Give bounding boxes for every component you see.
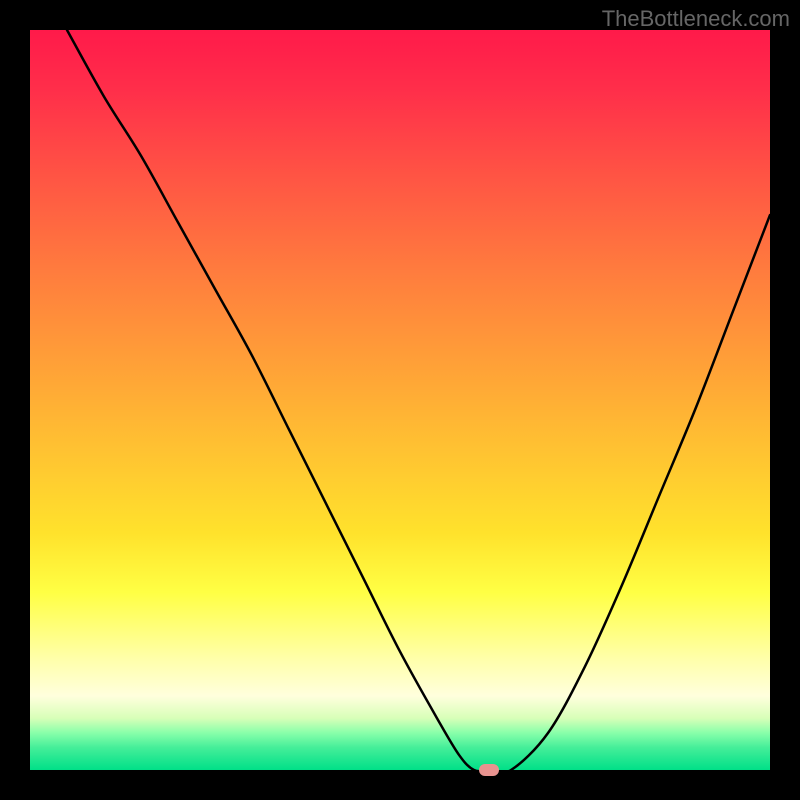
optimal-point-marker	[479, 764, 499, 776]
watermark-text: TheBottleneck.com	[602, 6, 790, 32]
bottleneck-curve	[30, 30, 770, 770]
chart-container: TheBottleneck.com	[0, 0, 800, 800]
plot-area	[30, 30, 770, 770]
